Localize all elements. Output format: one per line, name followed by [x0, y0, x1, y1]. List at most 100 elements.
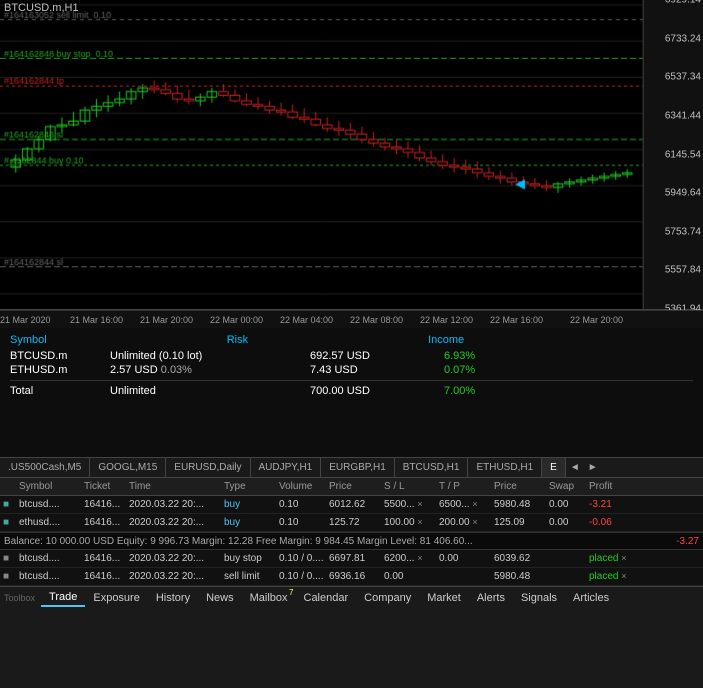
tab-item[interactable]: EURUSD,Daily [166, 458, 250, 478]
tab-item[interactable]: AUDJPY,H1 [251, 458, 322, 478]
row-time: 2020.03.22 20:... [126, 499, 221, 510]
row-price: 6697.81 [326, 553, 381, 564]
row-time: 2020.03.22 20:... [126, 553, 221, 564]
row-tp: 0.00 [436, 553, 491, 564]
tab-scroll-left[interactable]: ◄ [566, 460, 584, 475]
table-row-pending: ■ btcusd.... 16416... 2020.03.22 20:... … [0, 568, 703, 586]
tab-alerts[interactable]: Alerts [469, 590, 513, 606]
x-axis-label: 22 Mar 16:00 [490, 315, 543, 325]
row-volume: 0.10 / 0.... [276, 571, 326, 582]
col-income-header: Income [428, 334, 464, 346]
y-axis-label: 5753.74 [665, 226, 701, 237]
row-type: buy stop [221, 553, 276, 564]
tab-exposure[interactable]: Exposure [85, 590, 147, 606]
tab-item[interactable]: GOOGL,M15 [90, 458, 166, 478]
chart-area: BTCUSD.m,H1 6929.146733.246537.346341.44… [0, 0, 703, 310]
info-income-eth: 7.43 USD [310, 364, 440, 376]
row-volume: 0.10 [276, 517, 326, 528]
row-time: 2020.03.22 20:... [126, 517, 221, 528]
info-total-income: 700.00 USD [310, 385, 440, 397]
col-symbol-header: Symbol [10, 334, 47, 346]
y-axis-label: 6929.14 [665, 0, 701, 6]
th-volume: Volume [276, 481, 326, 492]
x-axis-label: 22 Mar 00:00 [210, 315, 263, 325]
th-price: Price [326, 481, 381, 492]
x-axis: 21 Mar 2020 21 Mar 16:00 21 Mar 20:00 22 Ma… [0, 310, 703, 328]
row-sl: 6200... × [381, 553, 436, 564]
row-volume: 0.10 / 0.... [276, 553, 326, 564]
row-sl: 100.00 × [381, 517, 436, 528]
mailbox-badge: 7 [289, 588, 293, 597]
th-price2: Price [491, 481, 546, 492]
row-symbol: btcusd.... [16, 499, 81, 510]
info-header: Symbol Risk Income [10, 334, 693, 346]
y-axis-label: 5557.84 [665, 265, 701, 276]
info-row-eth: ETHUSD.m 2.57 USD 0.03% 7.43 USD 0.07% [10, 364, 693, 376]
row-icon: ■ [0, 571, 16, 582]
chart-title: BTCUSD.m,H1 [4, 2, 79, 14]
info-total-label: Total [10, 385, 110, 397]
tab-history[interactable]: History [148, 590, 198, 606]
table-row-pending: ■ btcusd.... 16416... 2020.03.22 20:... … [0, 550, 703, 568]
info-row-btc: BTCUSD.m Unlimited (0.10 lot) 692.57 USD… [10, 350, 693, 362]
row-price2: 125.09 [491, 517, 546, 528]
x-axis-label: 22 Mar 04:00 [280, 315, 333, 325]
th-type: Type [221, 481, 276, 492]
info-panel: Symbol Risk Income BTCUSD.m Unlimited (0… [0, 328, 703, 458]
row-tp: 6500... × [436, 499, 491, 510]
tab-articles[interactable]: Articles [565, 590, 617, 606]
row-profit: -0.06 [586, 517, 628, 528]
row-price: 6012.62 [326, 499, 381, 510]
tab-scroll-right[interactable]: ► [584, 460, 602, 475]
y-axis-label: 6733.24 [665, 33, 701, 44]
info-divider [10, 380, 693, 381]
info-row-total: Total Unlimited 700.00 USD 7.00% [10, 385, 693, 397]
x-axis-label: 21 Mar 16:00 [70, 315, 123, 325]
x-axis-label: 21 Mar 20:00 [140, 315, 193, 325]
row-symbol: btcusd.... [16, 571, 81, 582]
balance-profit: -3.27 [676, 536, 699, 547]
toolbox-label: Toolbox [4, 593, 35, 603]
th-profit: Profit [586, 481, 628, 492]
tab-item[interactable]: ETHUSD,H1 [468, 458, 542, 478]
table-header: Symbol Ticket Time Type Volume Price S /… [0, 478, 703, 496]
tab-signals[interactable]: Signals [513, 590, 565, 606]
th-symbol: Symbol [16, 481, 81, 492]
tab-mailbox[interactable]: Mailbox7 [242, 590, 296, 606]
row-ticket: 16416... [81, 571, 126, 582]
tab-calendar[interactable]: Calendar [296, 590, 357, 606]
tabs-strip: .US500Cash,M5GOOGL,M15EURUSD,DailyAUDJPY… [0, 458, 703, 478]
row-time: 2020.03.22 20:... [126, 571, 221, 582]
tab-company[interactable]: Company [356, 590, 419, 606]
tab-item[interactable]: .US500Cash,M5 [0, 458, 90, 478]
x-axis-label: 21 Mar 2020 [0, 315, 51, 325]
row-price2: 5980.48 [491, 499, 546, 510]
info-total-pct: 7.00% [444, 385, 475, 397]
tab-item[interactable]: BTCUSD,H1 [395, 458, 469, 478]
tab-trade[interactable]: Trade [41, 589, 85, 607]
row-type: buy [221, 499, 276, 510]
row-price: 6936.16 [326, 571, 381, 582]
info-pct-eth: 0.07% [444, 364, 475, 376]
row-type: buy [221, 517, 276, 528]
row-price2: 6039.62 [491, 553, 546, 564]
row-symbol: ethusd.... [16, 517, 81, 528]
x-axis-label: 22 Mar 08:00 [350, 315, 403, 325]
tab-news[interactable]: News [198, 590, 242, 606]
table-row: ■ ethusd.... 16416... 2020.03.22 20:... … [0, 514, 703, 532]
y-axis-label: 5949.64 [665, 188, 701, 199]
tab-item[interactable]: EURGBP,H1 [321, 458, 395, 478]
th-swap: Swap [546, 481, 586, 492]
table-row: ■ btcusd.... 16416... 2020.03.22 20:... … [0, 496, 703, 514]
tab-market[interactable]: Market [419, 590, 469, 606]
x-axis-label: 22 Mar 20:00 [570, 315, 623, 325]
info-total-risk: Unlimited [110, 385, 310, 397]
tab-item[interactable]: E [542, 458, 566, 478]
info-symbol-btc: BTCUSD.m [10, 350, 110, 362]
row-ticket: 16416... [81, 553, 126, 564]
y-axis-label: 6341.44 [665, 110, 701, 121]
th-ticket: Ticket [81, 481, 126, 492]
row-sl: 0.00 [381, 571, 436, 582]
info-risk-eth: 2.57 USD 0.03% [110, 364, 310, 376]
info-symbol-eth: ETHUSD.m [10, 364, 110, 376]
